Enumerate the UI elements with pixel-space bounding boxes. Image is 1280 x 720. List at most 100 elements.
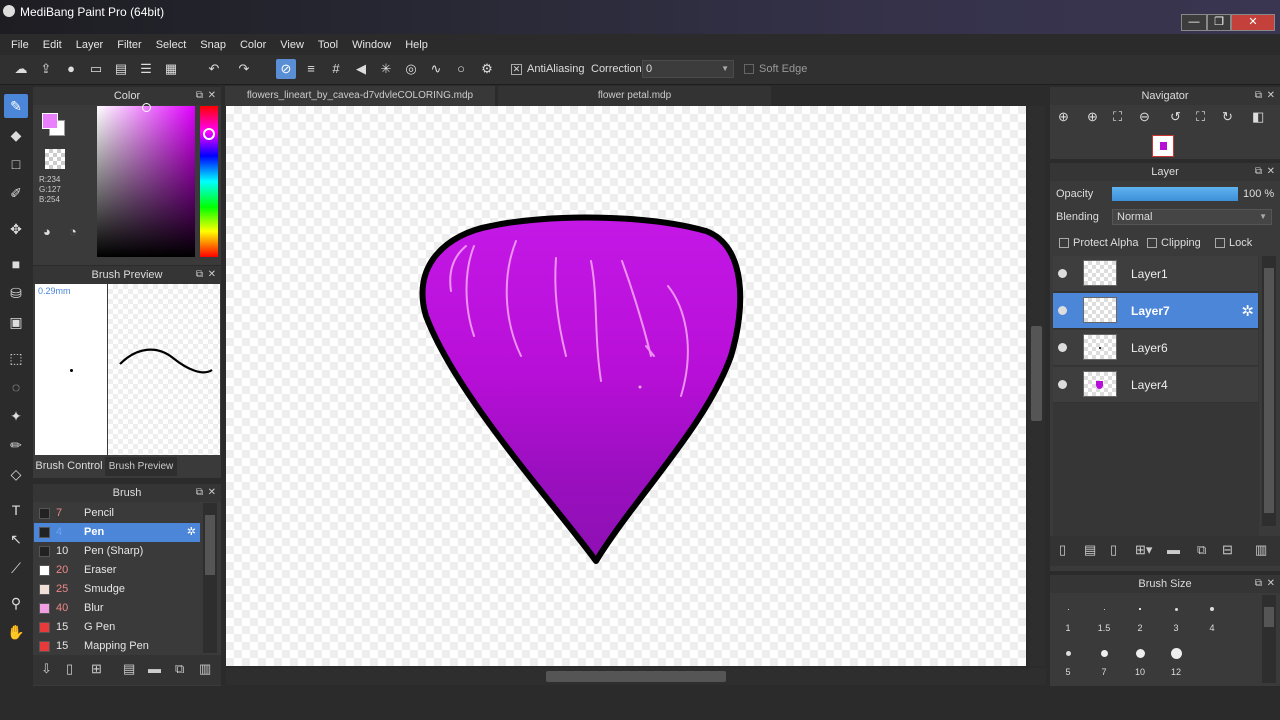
brush-item-blur[interactable]: 40 Blur — [34, 599, 200, 618]
snap-settings-icon[interactable]: ⚙ — [477, 59, 497, 79]
eye-icon[interactable] — [1058, 343, 1067, 352]
rotate-right-icon[interactable]: ↻ — [1222, 109, 1233, 125]
close-button[interactable]: ✕ — [1231, 14, 1275, 31]
delete-layer-icon[interactable]: ▥ — [1255, 542, 1267, 558]
delete-icon[interactable]: ▥ — [199, 661, 211, 677]
menu-filter[interactable]: Filter — [110, 39, 148, 51]
eyedropper-icon[interactable]: ⚲ — [4, 591, 28, 615]
drawing-canvas[interactable] — [226, 106, 1026, 666]
size-cell-5[interactable]: 5 — [1050, 639, 1086, 683]
scroll-thumb[interactable] — [1264, 607, 1274, 627]
eraser-tool-icon[interactable]: ◆ — [4, 123, 28, 147]
scroll-thumb[interactable] — [546, 671, 726, 682]
menu-color[interactable]: Color — [233, 39, 273, 51]
protect-alpha-toggle[interactable]: Protect Alpha — [1059, 237, 1138, 249]
menu-view[interactable]: View — [273, 39, 311, 51]
duplicate-icon[interactable]: ⧉ — [175, 661, 184, 677]
menu-snap[interactable]: Snap — [193, 39, 233, 51]
zoom-icon[interactable]: ⊕ — [1087, 109, 1098, 125]
ellipse-snap-icon[interactable]: ○ — [451, 59, 471, 79]
magic-wand-icon[interactable]: ✦ — [4, 404, 28, 428]
menu-tool[interactable]: Tool — [311, 39, 345, 51]
size-cell-12[interactable]: 12 — [1158, 639, 1194, 683]
select-eraser-icon[interactable]: ◇ — [4, 462, 28, 486]
close-icon[interactable]: ✕ — [208, 87, 216, 105]
rotate-left-icon[interactable]: ↺ — [1170, 109, 1181, 125]
navigator-thumbnail[interactable] — [1152, 135, 1174, 157]
brush-item-g-pen[interactable]: 15 G Pen — [34, 618, 200, 637]
clipping-checkbox[interactable] — [1147, 238, 1157, 249]
clipping-toggle[interactable]: Clipping — [1147, 237, 1201, 249]
move-tool-icon[interactable]: ✥ — [4, 217, 28, 241]
close-icon[interactable]: ✕ — [1267, 87, 1275, 105]
tab-brush-preview[interactable]: Brush Preview — [105, 457, 177, 476]
shape-tool-icon[interactable]: □ — [4, 152, 28, 176]
eye-icon[interactable] — [1058, 380, 1067, 389]
menu-layer[interactable]: Layer — [69, 39, 111, 51]
dot-tool-icon[interactable]: ✐ — [4, 181, 28, 205]
brush-item-pen-sharp[interactable]: 10 Pen (Sharp) — [34, 542, 200, 561]
protect-alpha-checkbox[interactable] — [1059, 238, 1069, 249]
hue-cursor[interactable] — [203, 128, 215, 140]
layer-row-selected[interactable]: Layer7 ✲ — [1053, 293, 1258, 329]
opacity-slider[interactable] — [1112, 187, 1238, 201]
fit-window-icon[interactable]: ⛶ — [1196, 109, 1205, 125]
select-pen-icon[interactable]: ✏ — [4, 433, 28, 457]
scroll-thumb[interactable] — [1264, 268, 1274, 513]
menu-select[interactable]: Select — [149, 39, 194, 51]
circle-snap-icon[interactable]: ◎ — [401, 59, 421, 79]
menu-help[interactable]: Help — [398, 39, 435, 51]
folder-icon[interactable]: ▬ — [148, 661, 161, 676]
sv-cursor[interactable] — [142, 103, 151, 112]
grid-snap-icon[interactable]: # — [326, 59, 346, 79]
tab-document-1[interactable]: flowers_lineart_by_cavea-d7vdvleCOLORING… — [225, 86, 495, 106]
menu-window[interactable]: Window — [345, 39, 398, 51]
palette-edit-icon[interactable]: ◔ — [69, 224, 77, 239]
merge-down-icon[interactable]: ⊟ — [1222, 542, 1233, 558]
brush-item-pencil[interactable]: 7 Pencil — [34, 504, 200, 523]
size-cell-3[interactable]: 3 — [1158, 595, 1194, 639]
close-icon[interactable]: ✕ — [208, 484, 216, 502]
undo-icon[interactable]: ↶ — [204, 59, 224, 79]
document-icon[interactable]: ▤ — [111, 59, 131, 79]
brush-item-mapping-pen[interactable]: 15 Mapping Pen — [34, 637, 200, 656]
fit-icon[interactable]: ⛶ — [1113, 109, 1122, 125]
menu-file[interactable]: File — [4, 39, 36, 51]
size-cell-1[interactable]: 1 — [1050, 595, 1086, 639]
undock-icon[interactable]: ⧉ — [1255, 575, 1262, 593]
size-cell-2[interactable]: 2 — [1122, 595, 1158, 639]
tab-brush-control[interactable]: Brush Control — [33, 456, 105, 476]
brush-item-smudge[interactable]: 25 Smudge — [34, 580, 200, 599]
cloud-icon[interactable]: ☁ — [11, 59, 31, 79]
size-cell-7[interactable]: 7 — [1086, 639, 1122, 683]
gradient-tool-icon[interactable]: ▣ — [4, 310, 28, 334]
snap-off-icon[interactable]: ⊘ — [276, 59, 296, 79]
eye-icon[interactable] — [1058, 269, 1067, 278]
soft-edge-checkbox[interactable] — [744, 64, 754, 74]
undock-icon[interactable]: ⧉ — [196, 87, 203, 105]
message-icon[interactable]: ▭ — [86, 59, 106, 79]
brush-list-scrollbar[interactable] — [203, 503, 217, 653]
bucket-tool-icon[interactable]: ⛁ — [4, 281, 28, 305]
redo-icon[interactable]: ↷ — [234, 59, 254, 79]
add-layer-menu-icon[interactable]: ⊞▾ — [1135, 542, 1152, 558]
zoom-out-icon[interactable]: ⊖ — [1139, 109, 1150, 125]
eye-icon[interactable] — [1058, 306, 1067, 315]
tab-document-2[interactable]: flower petal.mdp — [498, 86, 771, 106]
lasso-tool-icon[interactable]: ◌ — [4, 375, 28, 399]
undock-icon[interactable]: ⧉ — [1255, 163, 1262, 181]
close-icon[interactable]: ✕ — [1267, 575, 1275, 593]
curve-snap-icon[interactable]: ∿ — [426, 59, 446, 79]
palette-icon[interactable]: ◕ — [43, 224, 51, 239]
canvas-vertical-scrollbar[interactable] — [1028, 106, 1045, 666]
maximize-button[interactable]: ❐ — [1207, 14, 1231, 31]
transparent-swatch[interactable] — [45, 149, 65, 169]
flip-icon[interactable]: ◧ — [1252, 109, 1264, 125]
cloud-download-icon[interactable]: ⇩ — [41, 661, 52, 677]
undock-icon[interactable]: ⧉ — [196, 484, 203, 502]
size-cell-4[interactable]: 4 — [1194, 595, 1230, 639]
gear-icon[interactable]: ✲ — [1241, 302, 1254, 320]
undock-icon[interactable]: ⧉ — [196, 266, 203, 284]
add-brush-icon[interactable]: ⊞ — [91, 661, 102, 677]
duplicate-layer-icon[interactable]: ⧉ — [1197, 542, 1206, 558]
